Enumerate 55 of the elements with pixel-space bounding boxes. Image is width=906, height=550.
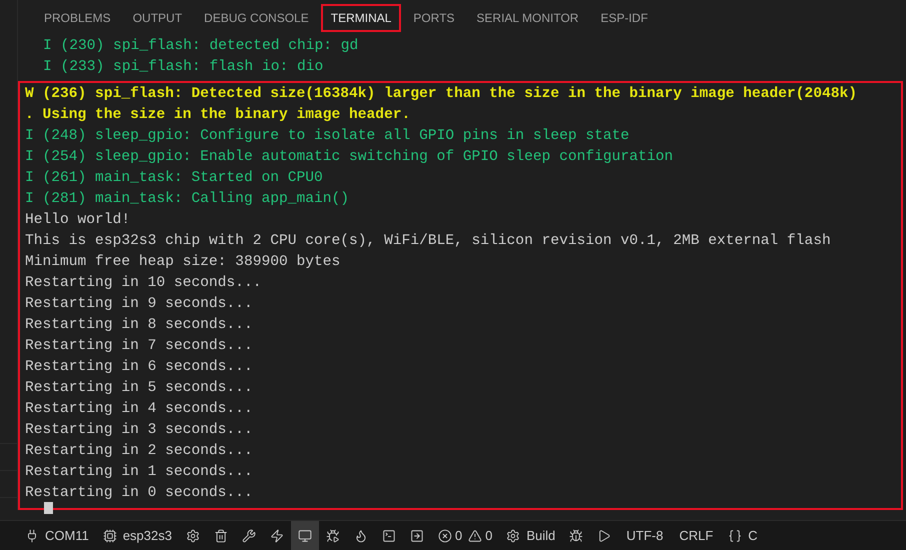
terminal-line: I (254) sleep_gpio: Enable automatic switching of GPIO sleep configuration — [25, 148, 674, 167]
terminal-line: I (230) spi_flash: detected chip: gd — [43, 37, 360, 56]
bug-icon — [569, 528, 584, 542]
terminal-line: Restarting in 2 seconds... — [25, 442, 254, 461]
target-selector[interactable]: esp32s3 — [96, 520, 179, 550]
flame-icon — [354, 528, 368, 542]
wrench-icon — [242, 528, 256, 542]
terminal-cursor — [44, 502, 53, 514]
terminal-line: . Using the size in the binary image header. — [25, 106, 412, 125]
terminal-line: Restarting in 9 seconds... — [25, 295, 254, 314]
gear-icon — [186, 528, 200, 542]
braces-icon — [728, 528, 742, 542]
terminal-line: I (261) main_task: Started on CPU0 — [25, 169, 324, 188]
play-icon — [597, 528, 612, 542]
terminal-icon — [382, 528, 396, 542]
terminal-line: I (248) sleep_gpio: Configure to isolate all GPIO pins in sleep state — [25, 127, 630, 146]
plug-icon — [25, 528, 39, 542]
terminal-line: Restarting in 10 seconds... — [25, 274, 262, 293]
problems-status[interactable]: 0 0 — [430, 520, 500, 550]
terminal-line: Hello world! — [25, 211, 132, 230]
line-ending-status[interactable]: CRLF — [671, 520, 722, 550]
panel-tab[interactable]: TERMINAL — [320, 4, 402, 32]
bug-play-icon — [326, 528, 340, 542]
terminal-line: Restarting in 1 seconds... — [25, 463, 254, 482]
warning-icon — [468, 528, 482, 542]
terminal-line: Restarting in 8 seconds... — [25, 316, 254, 335]
encoding-status[interactable]: UTF-8 — [618, 520, 672, 550]
gear-icon — [506, 528, 520, 542]
terminal-line: I (281) main_task: Calling app_main() — [25, 190, 350, 209]
monitor-icon — [298, 528, 312, 542]
panel-tab[interactable]: SERIAL MONITOR — [466, 4, 589, 32]
lightning-icon — [270, 528, 284, 542]
panel-tab[interactable]: OUTPUT — [122, 4, 192, 32]
terminal-line: W (236) spi_flash: Detected size(16384k) larger than the size in the binary image header(2048k) — [25, 85, 858, 104]
terminal-line: Restarting in 5 seconds... — [25, 379, 254, 398]
arrow-box-icon — [410, 528, 424, 542]
port-selector[interactable]: COM11 — [18, 520, 96, 550]
build-all-button[interactable]: Build — [499, 520, 562, 550]
panel-tab[interactable]: DEBUG CONSOLE — [194, 4, 319, 32]
panel-tab[interactable]: PORTS — [403, 4, 465, 32]
error-icon — [438, 528, 452, 542]
panel-tab[interactable]: PROBLEMS — [34, 4, 121, 32]
language-status[interactable]: C — [721, 520, 765, 550]
monitor-button[interactable] — [290, 520, 319, 550]
terminal-line: Restarting in 7 seconds... — [25, 337, 254, 356]
terminal-line: Restarting in 6 seconds... — [25, 358, 254, 377]
terminal-line: This is esp32s3 chip with 2 CPU core(s), WiFi/BLE, silicon revision v0.1, 2MB external flash — [25, 232, 832, 251]
chip-icon — [102, 528, 117, 542]
terminal-line: Minimum free heap size: 389900 bytes — [25, 253, 342, 272]
trash-icon — [214, 528, 228, 542]
terminal-line: I (233) spi_flash: flash io: dio — [43, 58, 324, 77]
terminal-line: Restarting in 0 seconds... — [25, 484, 254, 503]
terminal-line: Restarting in 4 seconds... — [25, 400, 254, 419]
panel-tab[interactable]: ESP-IDF — [590, 4, 658, 32]
terminal-line: Restarting in 3 seconds... — [25, 421, 254, 440]
